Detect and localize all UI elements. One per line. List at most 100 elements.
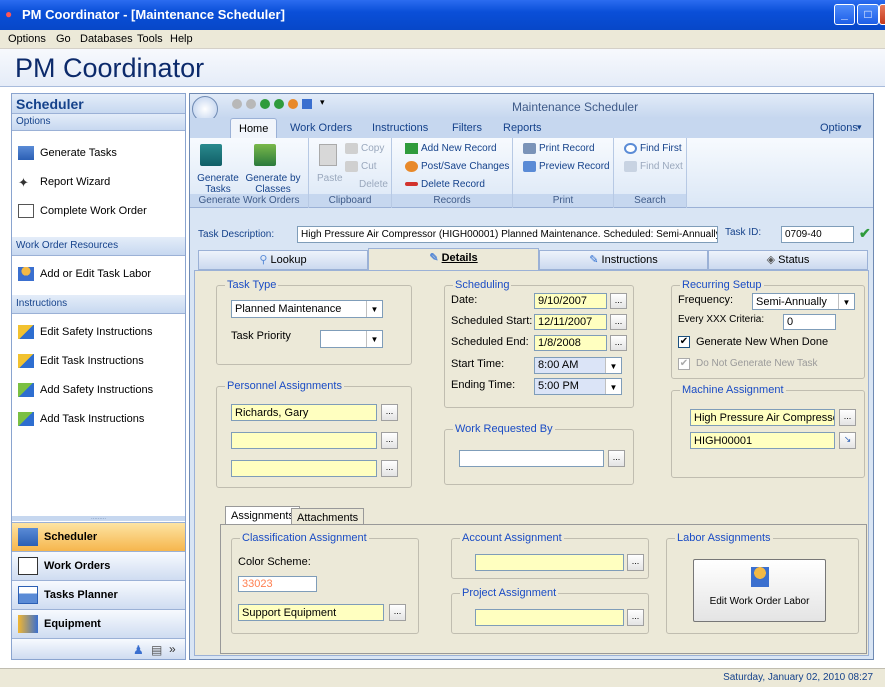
quick-access-dropdown-icon[interactable]: ▾ [320, 97, 325, 108]
scheduled-start-field[interactable]: 12/11/2007 [534, 314, 607, 330]
options-menu[interactable]: Options [820, 122, 858, 134]
preview-record-button[interactable]: Preview Record [523, 161, 610, 172]
generate-tasks-link[interactable]: Generate Tasks [18, 146, 117, 160]
personnel-lookup-button-3[interactable]: ... [381, 460, 398, 477]
add-task-instructions-link[interactable]: Add Task Instructions [18, 412, 144, 426]
next-record-icon[interactable] [274, 99, 284, 109]
tab-details[interactable]: ✎ Details [368, 248, 539, 270]
instructions-section[interactable]: Instructions [12, 295, 185, 314]
options-dropdown-icon[interactable]: ▾ [857, 122, 862, 133]
complete-work-order-link[interactable]: Complete Work Order [18, 204, 147, 218]
tab-instructions[interactable]: Instructions [372, 122, 428, 134]
classification-field[interactable]: Support Equipment [238, 604, 384, 621]
machine-jump-icon[interactable]: ↘ [839, 432, 856, 449]
close-button[interactable] [879, 4, 885, 25]
personnel-field-1[interactable]: Richards, Gary [231, 404, 377, 421]
personnel-field-2[interactable] [231, 432, 377, 449]
door-icon[interactable] [302, 99, 312, 109]
first-record-icon[interactable] [260, 99, 270, 109]
menu-help[interactable]: Help [170, 33, 193, 45]
add-new-record-button[interactable]: Add New Record [405, 143, 497, 154]
edit-work-order-labor-button[interactable]: Edit Work Order Labor [693, 559, 826, 622]
account-field[interactable] [475, 554, 624, 571]
edit-safety-instructions-link[interactable]: Edit Safety Instructions [18, 325, 153, 339]
tab-filters[interactable]: Filters [452, 122, 482, 134]
notes-icon[interactable]: ▤ [151, 643, 162, 657]
project-lookup-button[interactable]: ... [627, 609, 644, 626]
work-requested-lookup-button[interactable]: ... [608, 450, 625, 467]
account-lookup-button[interactable]: ... [627, 554, 644, 571]
generate-tasks-button[interactable]: Generate Tasks [196, 173, 240, 195]
menu-databases[interactable]: Databases [80, 33, 133, 45]
machine-lookup-button[interactable]: ... [839, 409, 856, 426]
minimize-button[interactable]: _ [834, 4, 855, 25]
back-icon[interactable] [232, 99, 242, 109]
machine-id-field[interactable]: HIGH00001 [690, 432, 835, 449]
checkmark-icon[interactable]: ✔ [859, 225, 871, 242]
tab-lookup[interactable]: ⚲ Lookup [198, 250, 368, 270]
nav-equipment[interactable]: Equipment [12, 609, 185, 638]
edit-icon [18, 325, 34, 339]
scheduled-end-field[interactable]: 1/8/2008 [534, 335, 607, 351]
do-not-generate-checkbox[interactable]: ✔ [678, 358, 690, 370]
post-save-changes-button[interactable]: Post/Save Changes [405, 161, 509, 172]
tab-status[interactable]: ◈ Status [708, 250, 868, 270]
forward-icon[interactable] [246, 99, 256, 109]
nav-scheduler[interactable]: Scheduler [12, 522, 185, 551]
project-field[interactable] [475, 609, 624, 626]
paste-button[interactable]: Paste [317, 173, 343, 184]
menu-tools[interactable]: Tools [137, 33, 163, 45]
date-picker-button[interactable]: ... [610, 293, 627, 309]
splitter-handle[interactable]: ......... [12, 515, 185, 521]
tab-reports[interactable]: Reports [503, 122, 542, 134]
users-icon[interactable]: ♟ [133, 643, 144, 657]
configure-buttons-icon[interactable]: » [169, 642, 176, 656]
delete-button[interactable]: Delete [359, 179, 388, 190]
frequency-select[interactable]: Semi-Annually [752, 293, 855, 310]
start-picker-button[interactable]: ... [610, 314, 627, 330]
machine-name-field[interactable]: High Pressure Air Compressor [690, 409, 835, 426]
tab-assignments[interactable]: Assignments [225, 506, 300, 524]
maximize-button[interactable]: □ [857, 4, 879, 25]
resources-section[interactable]: Work Order Resources [12, 237, 185, 256]
task-priority-select[interactable] [320, 330, 383, 348]
options-section[interactable]: Options [12, 114, 185, 131]
print-record-button[interactable]: Print Record [523, 143, 595, 154]
save-icon[interactable] [288, 99, 298, 109]
generate-by-classes-button[interactable]: Generate by Classes [243, 173, 303, 195]
report-wizard-link[interactable]: ✦ Report Wizard [18, 175, 110, 190]
find-first-button[interactable]: Find First [624, 143, 682, 154]
menu-go[interactable]: Go [56, 33, 71, 45]
add-safety-instructions-link[interactable]: Add Safety Instructions [18, 383, 153, 397]
task-id-field[interactable]: 0709-40 [781, 226, 854, 243]
tab-attachments[interactable]: Attachments [291, 508, 365, 524]
tab-work-orders[interactable]: Work Orders [290, 122, 352, 134]
copy-button[interactable]: Copy [345, 143, 384, 154]
personnel-field-3[interactable] [231, 460, 377, 477]
app-icon: ● [5, 7, 13, 21]
nav-tasks-planner[interactable]: Tasks Planner [12, 580, 185, 609]
task-type-select[interactable]: Planned Maintenance [231, 300, 383, 318]
menu-options[interactable]: Options [8, 33, 46, 45]
classification-lookup-button[interactable]: ... [389, 604, 406, 621]
end-picker-button[interactable]: ... [610, 335, 627, 351]
cut-button[interactable]: Cut [345, 161, 377, 172]
add-edit-task-labor-link[interactable]: Add or Edit Task Labor [18, 267, 151, 281]
date-field[interactable]: 9/10/2007 [534, 293, 607, 309]
find-next-button[interactable]: Find Next [624, 161, 683, 172]
work-requested-field[interactable] [459, 450, 604, 467]
generate-new-checkbox[interactable]: ✔ [678, 336, 690, 348]
criteria-field[interactable]: 0 [783, 314, 836, 330]
personnel-lookup-button-1[interactable]: ... [381, 404, 398, 421]
delete-record-button[interactable]: Delete Record [405, 179, 485, 190]
tab-instructions-main[interactable]: ✎ Instructions [539, 250, 708, 270]
edit-task-instructions-link[interactable]: Edit Task Instructions [18, 354, 144, 368]
nav-work-orders[interactable]: Work Orders [12, 551, 185, 580]
tab-home[interactable]: Home [230, 118, 278, 138]
group-label: Generate Work Orders [190, 194, 308, 207]
task-description-field[interactable]: High Pressure Air Compressor (HIGH00001)… [297, 226, 718, 243]
personnel-lookup-button-2[interactable]: ... [381, 432, 398, 449]
color-scheme-field[interactable]: 33023 [238, 576, 317, 592]
ending-time-select[interactable]: 5:00 PM [534, 378, 622, 395]
start-time-select[interactable]: 8:00 AM [534, 357, 622, 374]
